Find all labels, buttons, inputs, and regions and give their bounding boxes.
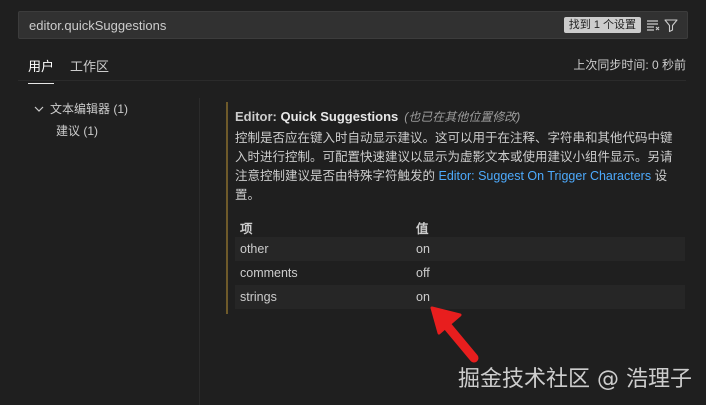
table-row-key: strings: [240, 290, 277, 304]
tree-item-suggestions-label: 建议 (1): [56, 124, 99, 138]
settings-search-row: 找到 1 个设置: [18, 11, 688, 39]
watermark: 掘金技术社区 @ 浩理子: [458, 367, 692, 392]
sync-status: 上次同步时间: 0 秒前: [573, 58, 686, 72]
table-header: 项 值: [235, 213, 685, 237]
table-row[interactable]: other on: [235, 237, 685, 261]
suggest-on-trigger-characters-link[interactable]: Editor: Suggest On Trigger Characters: [438, 169, 651, 183]
setting-quick-suggestions: Editor: Quick Suggestions (也已在其他位置修改) 控制是…: [226, 102, 686, 314]
chevron-down-icon: [34, 102, 46, 116]
pane-divider: [199, 98, 200, 405]
setting-category: Editor:: [235, 109, 281, 124]
settings-search-input[interactable]: [29, 16, 529, 34]
red-annotation-arrow: [430, 306, 479, 363]
tree-item-text-editor-label: 文本编辑器 (1): [50, 102, 129, 116]
clear-filter-list-icon[interactable]: [645, 17, 661, 33]
table-row-value: on: [416, 242, 430, 256]
table-row[interactable]: comments off: [235, 261, 685, 285]
filter-icon[interactable]: [663, 17, 679, 33]
tab-workspace[interactable]: 工作区: [70, 56, 109, 83]
setting-description: 控制是否应在键入时自动显示建议。这可以用于在注释、字符串和其他代码中键入时进行控…: [235, 129, 675, 205]
table-row-key: other: [240, 242, 269, 256]
setting-name: Quick Suggestions: [280, 109, 399, 124]
search-result-count-badge: 找到 1 个设置: [563, 17, 641, 33]
tree-item-text-editor[interactable]: 文本编辑器 (1): [34, 100, 128, 117]
settings-scope-tabs: 用户 工作区 上次同步时间: 0 秒前: [18, 50, 686, 84]
setting-title: Editor: Quick Suggestions (也已在其他位置修改): [235, 108, 520, 125]
tree-item-suggestions[interactable]: 建议 (1): [56, 122, 98, 139]
table-row-value: off: [416, 266, 430, 280]
setting-value-table: 项 值 other on comments off strings on: [235, 213, 685, 309]
tab-user[interactable]: 用户: [28, 56, 55, 84]
settings-search-box[interactable]: 找到 1 个设置: [18, 11, 688, 39]
table-row-key: comments: [240, 266, 298, 280]
table-header-value: 值: [416, 222, 429, 236]
modified-indicator-bar: [226, 102, 228, 314]
table-header-key: 项: [240, 222, 253, 236]
modified-elsewhere-note[interactable]: (也已在其他位置修改): [404, 110, 520, 124]
